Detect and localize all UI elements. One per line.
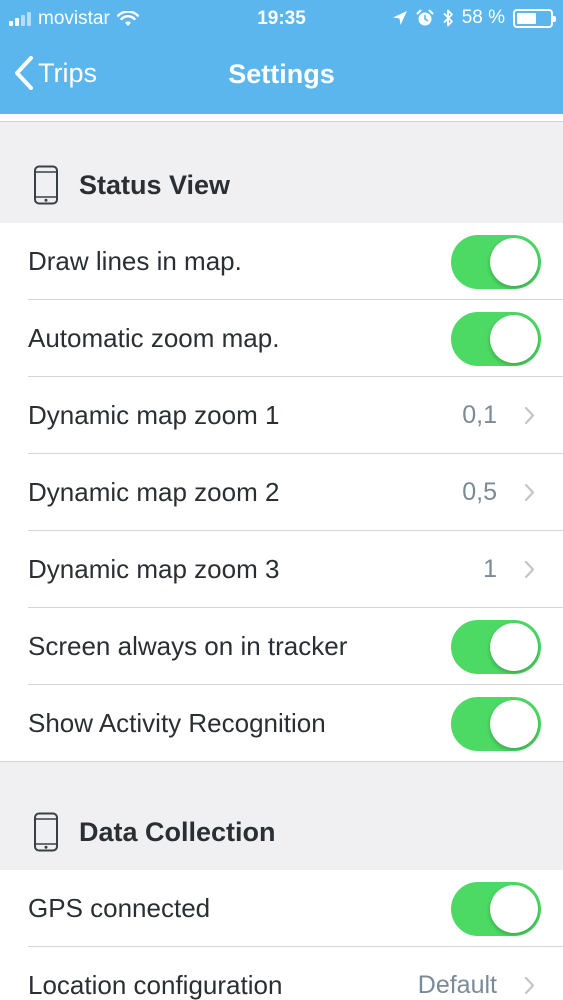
gps-connected-toggle[interactable] <box>451 882 541 936</box>
section-header-status-view: Status View <box>0 150 563 220</box>
screen-always-on-toggle[interactable] <box>451 620 541 674</box>
setting-label: Dynamic map zoom 2 <box>28 477 280 507</box>
page-title: Settings <box>228 59 335 89</box>
chevron-right-icon <box>524 976 535 995</box>
setting-row-screen-always-on: Screen always on in tracker <box>0 608 563 685</box>
setting-value: 0,5 <box>462 478 497 506</box>
setting-label: Screen always on in tracker <box>28 631 348 661</box>
activity-recognition-toggle[interactable] <box>451 697 541 751</box>
status-bar: movistar 19:35 58 % <box>0 0 563 38</box>
toggle-knob <box>490 315 538 363</box>
section-title: Data Collection <box>79 816 276 847</box>
setting-row-draw-lines: Draw lines in map. <box>0 223 563 300</box>
setting-row-activity-recognition: Show Activity Recognition <box>0 685 563 762</box>
setting-label: Location configuration <box>28 970 283 1000</box>
setting-label: Automatic zoom map. <box>28 323 280 353</box>
setting-row-location-configuration[interactable]: Location configuration Default <box>0 947 563 1000</box>
top-separator <box>0 114 563 122</box>
bluetooth-icon <box>443 9 453 27</box>
setting-value: 1 <box>483 555 497 583</box>
alarm-clock-icon <box>416 9 434 26</box>
navigation-bar: Trips Settings <box>0 38 563 114</box>
toggle-knob <box>490 238 538 286</box>
setting-label: Show Activity Recognition <box>28 708 326 738</box>
phone-icon <box>34 165 58 205</box>
setting-row-dynamic-zoom-1[interactable]: Dynamic map zoom 1 0,1 <box>0 377 563 454</box>
section-title: Status View <box>79 169 231 200</box>
setting-row-automatic-zoom: Automatic zoom map. <box>0 300 563 377</box>
chevron-right-icon <box>524 560 535 579</box>
setting-label: GPS connected <box>28 893 211 923</box>
setting-label: Draw lines in map. <box>28 246 242 276</box>
setting-row-gps-connected: GPS connected <box>0 870 563 947</box>
toggle-knob <box>490 700 538 748</box>
setting-label: Dynamic map zoom 3 <box>28 554 280 584</box>
setting-label: Dynamic map zoom 1 <box>28 400 280 430</box>
settings-screen: movistar 19:35 58 % Trips Settings Statu… <box>0 0 563 1000</box>
status-bar-right: 58 % <box>392 7 556 29</box>
setting-row-dynamic-zoom-3[interactable]: Dynamic map zoom 3 1 <box>0 531 563 608</box>
location-arrow-icon <box>392 11 407 25</box>
setting-value: 0,1 <box>462 401 497 429</box>
draw-lines-toggle[interactable] <box>451 235 541 289</box>
setting-value: Default <box>417 971 497 999</box>
chevron-right-icon <box>524 483 535 502</box>
chevron-right-icon <box>524 406 535 425</box>
setting-row-dynamic-zoom-2[interactable]: Dynamic map zoom 2 0,5 <box>0 454 563 531</box>
battery-fill <box>517 12 536 24</box>
battery-percent: 58 % <box>461 7 505 28</box>
phone-icon <box>34 812 58 852</box>
toggle-knob <box>490 623 538 671</box>
automatic-zoom-toggle[interactable] <box>451 312 541 366</box>
toggle-knob <box>490 885 538 933</box>
settings-list[interactable]: Status View Draw lines in map. Automatic… <box>0 114 563 1000</box>
section-header-data-collection: Data Collection <box>0 797 563 867</box>
row-divider <box>0 761 563 762</box>
battery-icon <box>513 8 556 28</box>
